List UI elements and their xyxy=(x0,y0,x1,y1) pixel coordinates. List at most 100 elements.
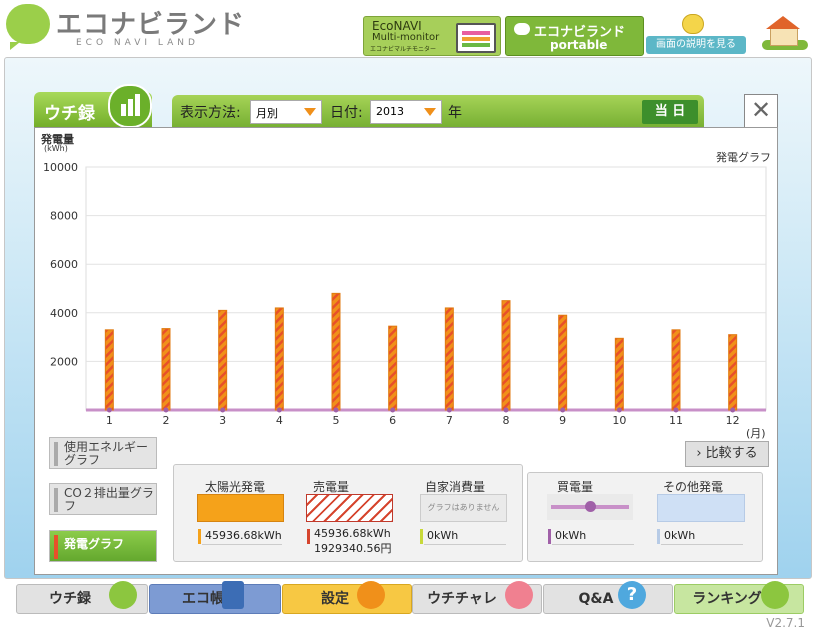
x-axis-ticks: 1 2 3 4 5 6 7 8 9 10 11 12 xyxy=(106,414,740,427)
x-tick-label: 11 xyxy=(669,414,683,427)
legend-buy-marker xyxy=(548,529,551,544)
baseline-point xyxy=(446,407,452,413)
close-icon: ✕ xyxy=(750,96,772,124)
baseline-point xyxy=(730,407,736,413)
chevron-down-icon xyxy=(424,108,436,116)
x-tick-label: 4 xyxy=(276,414,283,427)
legend-sell-title: 売電量 xyxy=(313,480,350,494)
legend-self-note: グラフはありません xyxy=(420,494,507,522)
bar-chart-icon xyxy=(108,84,152,128)
econavi-title: EcoNAVI xyxy=(372,19,422,33)
baseline-point xyxy=(163,407,169,413)
legend-solar-marker xyxy=(198,529,201,544)
date-select-value: 2013 xyxy=(376,105,404,118)
x-tick-label: 8 xyxy=(503,414,510,427)
legend-sell-value: 45936.68kWh xyxy=(314,527,391,540)
flag-icon xyxy=(505,581,533,609)
notebook-icon xyxy=(222,581,244,609)
bar xyxy=(274,307,284,411)
baseline-point xyxy=(503,407,509,413)
x-tick-label: 1 xyxy=(106,414,113,427)
bar xyxy=(218,309,228,411)
baseline-point xyxy=(333,407,339,413)
close-button[interactable]: ✕ xyxy=(744,94,778,128)
legend-other-marker xyxy=(657,529,660,544)
y-axis-unit: (kWh) xyxy=(44,144,68,153)
bar xyxy=(501,300,511,411)
wrench-icon xyxy=(357,581,385,609)
compare-button[interactable]: › 比較する xyxy=(685,441,769,467)
legend-solar-swatch xyxy=(197,494,284,522)
x-tick-label: 5 xyxy=(333,414,340,427)
baseline-point xyxy=(673,407,679,413)
logo-text: エコナビランド xyxy=(56,10,246,40)
x-tick-label: 6 xyxy=(389,414,396,427)
nav-uchichare-label: ウチチャレ xyxy=(427,591,497,607)
x-tick-label: 7 xyxy=(446,414,453,427)
bar xyxy=(161,328,171,411)
nav-uchichare[interactable]: ウチチャレ xyxy=(412,581,542,614)
nav-ecocho-label: エコ帳 xyxy=(182,591,224,607)
nav-uchiroku[interactable]: ウチ録 xyxy=(16,581,148,614)
y-axis-ticks: 10000 8000 6000 4000 2000 xyxy=(43,161,78,368)
econavi-button[interactable]: EcoNAVI Multi-monitor エコナビマルチモニター xyxy=(363,16,501,56)
house-icon[interactable] xyxy=(756,14,812,54)
method-select[interactable]: 月別 xyxy=(250,100,322,124)
generation-graph-label: 発電グラフ xyxy=(64,537,125,551)
baseline-point xyxy=(616,407,622,413)
legend-solar-title: 太陽光発電 xyxy=(205,480,266,494)
toolbar: 表示方法: 月別 日付: 2013 年 xyxy=(172,95,704,127)
baseline-point xyxy=(560,407,566,413)
nav-qa[interactable]: Q&A ? xyxy=(543,581,673,614)
question-icon: ? xyxy=(618,581,646,609)
nav-settei-label: 設定 xyxy=(321,591,349,607)
version-label: V2.7.1 xyxy=(766,616,805,630)
legend-other-swatch xyxy=(657,494,745,522)
y-tick-label: 6000 xyxy=(50,258,78,271)
y-tick-label: 10000 xyxy=(43,161,78,174)
nav-settei[interactable]: 設定 xyxy=(282,581,412,614)
legend-solar-value: 45936.68kWh xyxy=(205,529,282,542)
generation-graph-button[interactable]: 発電グラフ xyxy=(49,530,157,562)
portable-subtitle: portable xyxy=(550,38,608,52)
legend-sell-swatch xyxy=(306,494,393,522)
logo-subtitle: ECO NAVI LAND xyxy=(76,38,199,48)
legend-self-marker xyxy=(420,529,423,544)
bar xyxy=(558,314,568,411)
generation-chart: 100008000600040002000 1 2 3 4 5 6 7 8 9 10 11 12 xyxy=(43,161,767,427)
help-button[interactable]: 画面の説明を見る xyxy=(646,36,746,54)
bar-chart-icon xyxy=(109,581,137,609)
tab-uchiroku[interactable]: ウチ録 xyxy=(34,84,152,128)
legend-sell-yen: 1929340.56円 xyxy=(314,542,392,555)
x-tick-label: 3 xyxy=(219,414,226,427)
bar xyxy=(671,329,681,411)
bar xyxy=(614,337,624,411)
portable-button[interactable]: エコナビランド portable xyxy=(505,16,644,56)
bar xyxy=(728,334,738,411)
baseline-point xyxy=(390,407,396,413)
legend-buy-swatch xyxy=(547,494,633,520)
x-tick-label: 10 xyxy=(612,414,626,427)
nav-ranking[interactable]: ランキング xyxy=(674,581,804,614)
econavi-subtitle: Multi-monitor xyxy=(372,32,440,43)
monitor-icon xyxy=(456,23,496,53)
plot-area xyxy=(85,166,767,411)
co2-graph-label: CO２排出量グラフ xyxy=(64,486,154,513)
bar xyxy=(104,329,114,411)
year-suffix: 年 xyxy=(448,105,462,121)
nav-ecocho[interactable]: エコ帳 xyxy=(149,581,281,614)
method-label: 表示方法: xyxy=(180,105,241,121)
x-tick-label: 12 xyxy=(726,414,740,427)
cloud-icon xyxy=(514,23,530,35)
energy-graph-label: 使用エネルギーグラフ xyxy=(64,440,149,467)
date-select[interactable]: 2013 xyxy=(370,100,442,124)
energy-graph-button[interactable]: 使用エネルギーグラフ xyxy=(49,437,157,469)
nav-uchiroku-label: ウチ録 xyxy=(49,591,91,607)
legend-sell-marker xyxy=(307,529,310,544)
legend-buy-value: 0kWh xyxy=(555,529,587,542)
co2-graph-button[interactable]: CO２排出量グラフ xyxy=(49,483,157,515)
x-tick-label: 2 xyxy=(163,414,170,427)
nav-ranking-label: ランキング xyxy=(692,591,762,607)
today-button[interactable]: 当 日 xyxy=(642,100,698,124)
legend-other-title: その他発電 xyxy=(663,480,724,494)
